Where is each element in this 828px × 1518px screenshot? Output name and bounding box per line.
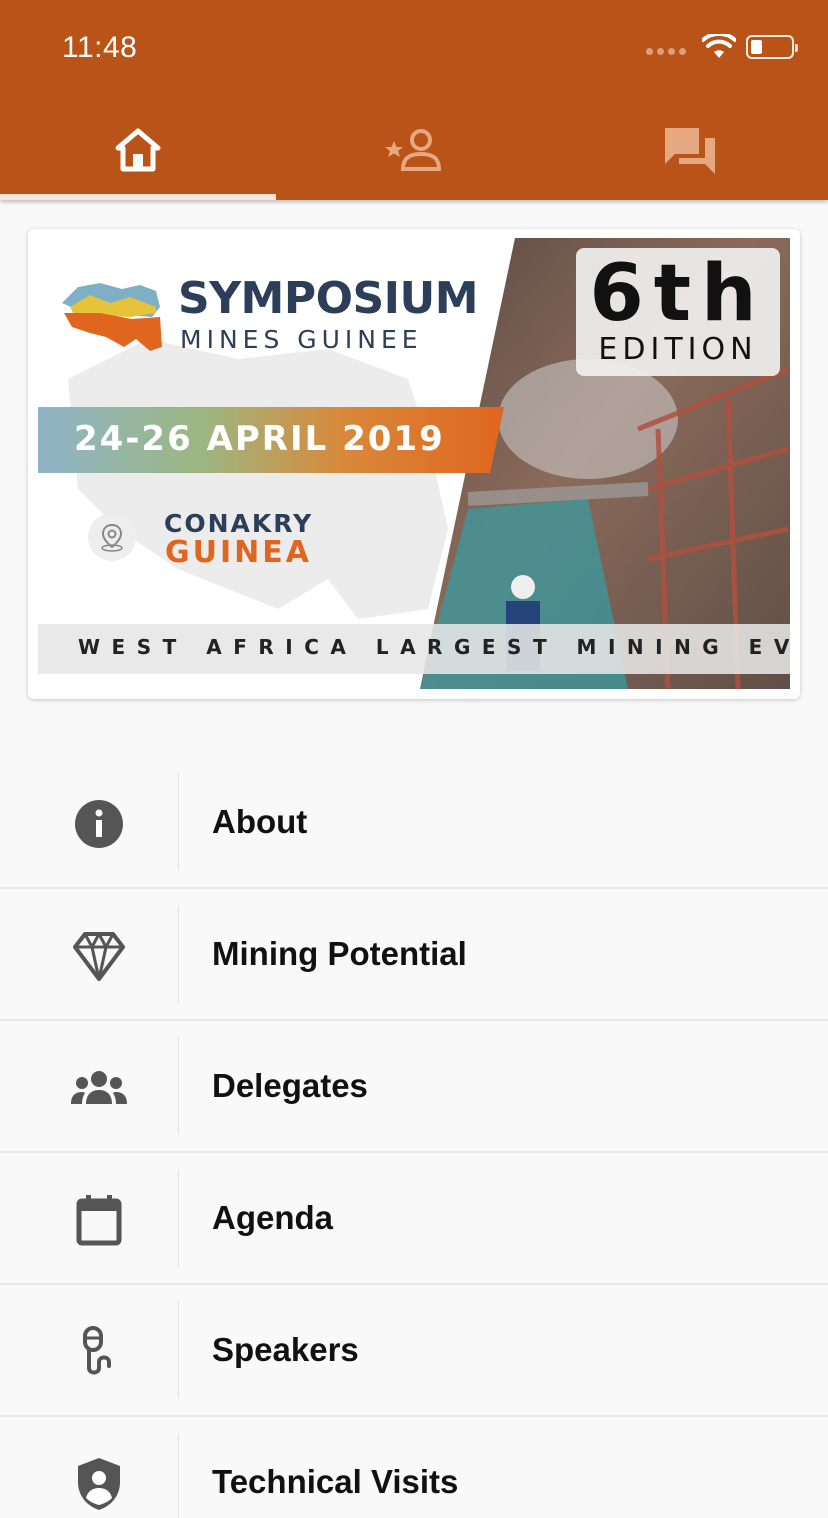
menu-divider xyxy=(178,773,179,871)
event-banner[interactable]: SYMPOSIUM MINES GUINEE 24-26 APRIL 2019 … xyxy=(28,229,800,699)
event-dates-text: 24-26 APRIL 2019 xyxy=(74,419,445,459)
menu-item-speakers[interactable]: Speakers xyxy=(0,1285,828,1417)
menu-divider xyxy=(178,905,179,1003)
calendar-icon xyxy=(64,1193,134,1247)
menu-divider xyxy=(178,1301,179,1399)
menu-item-mining-potential[interactable]: Mining Potential xyxy=(0,889,828,1021)
menu-divider xyxy=(178,1169,179,1267)
chat-icon xyxy=(665,128,715,174)
menu-divider xyxy=(178,1433,179,1518)
edition-badge: 6th EDITION xyxy=(576,248,780,376)
home-icon xyxy=(115,128,161,172)
status-icons xyxy=(646,34,798,60)
tab-chat[interactable] xyxy=(552,100,828,200)
menu-item-delegates[interactable]: Delegates xyxy=(0,1021,828,1153)
menu-label: Technical Visits xyxy=(212,1463,459,1500)
tab-bar xyxy=(0,100,828,200)
menu-label: Speakers xyxy=(212,1331,359,1368)
event-city: CONAKRY xyxy=(164,509,314,538)
shield-person-icon xyxy=(64,1457,134,1511)
signal-icon xyxy=(646,47,686,55)
active-tab-indicator xyxy=(0,194,276,200)
menu-item-technical-visits[interactable]: Technical Visits xyxy=(0,1417,828,1518)
guinea-map-logo xyxy=(62,283,162,351)
edition-number: 6th xyxy=(589,249,767,339)
diamond-icon xyxy=(64,929,134,983)
tagline-text: WEST AFRICA LARGEST MINING EVENT xyxy=(78,635,800,659)
location-pin-icon xyxy=(88,513,136,561)
banner-subtitle: MINES GUINEE xyxy=(180,325,423,354)
edition-label: EDITION xyxy=(598,332,758,367)
event-dates: 24-26 APRIL 2019 xyxy=(38,407,504,473)
person-star-icon xyxy=(385,129,442,171)
microphone-icon xyxy=(64,1325,134,1379)
menu-label: Delegates xyxy=(212,1067,368,1104)
info-icon xyxy=(64,797,134,851)
status-time: 11:48 xyxy=(62,31,138,64)
banner-tagline: WEST AFRICA LARGEST MINING EVENT xyxy=(38,624,800,674)
group-icon xyxy=(64,1061,134,1115)
banner-title: SYMPOSIUM xyxy=(178,273,479,324)
main-menu: About Mining Potential Delegates Agenda … xyxy=(0,757,828,1518)
tab-favorites[interactable] xyxy=(276,100,552,200)
app-bar: 11:48 xyxy=(0,0,828,200)
menu-label: About xyxy=(212,803,308,840)
menu-item-about[interactable]: About xyxy=(0,757,828,889)
event-country: GUINEA xyxy=(165,535,312,570)
wifi-icon xyxy=(702,34,736,58)
menu-divider xyxy=(178,1037,179,1135)
menu-item-agenda[interactable]: Agenda xyxy=(0,1153,828,1285)
tab-home[interactable] xyxy=(0,100,276,200)
menu-label: Agenda xyxy=(212,1199,334,1236)
menu-label: Mining Potential xyxy=(212,935,467,972)
battery-icon xyxy=(746,35,798,59)
